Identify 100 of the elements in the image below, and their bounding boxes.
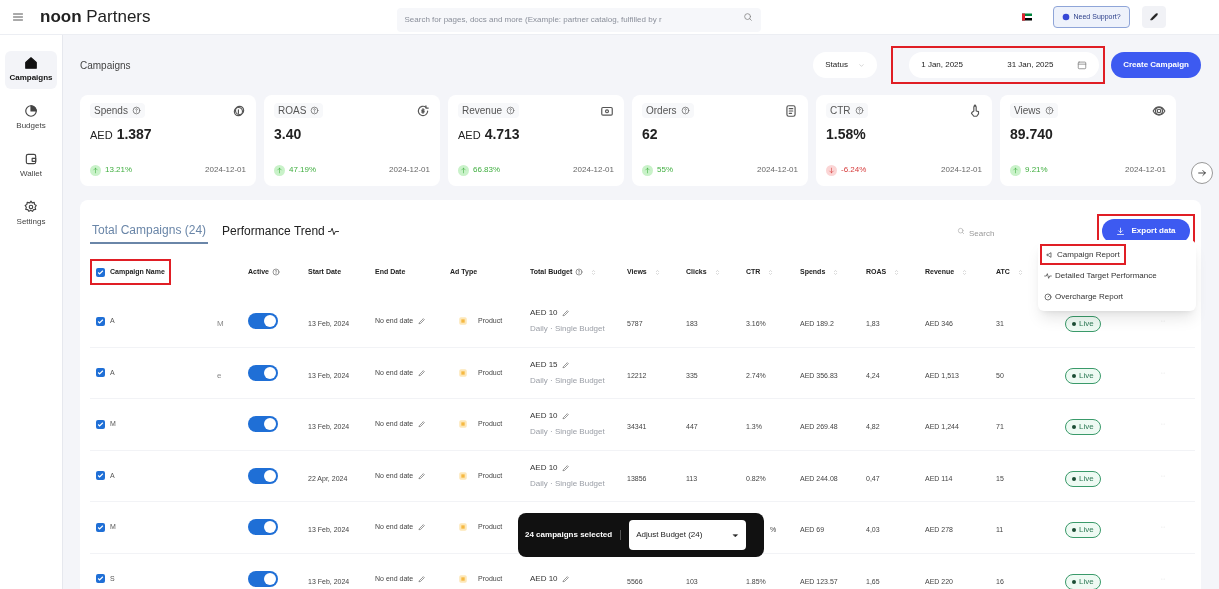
chevron-icon [858,61,866,69]
metric-date: 2024-12-01 [941,164,982,176]
date-range-picker[interactable]: 1 Jan, 2025 31 Jan, 2025 [909,52,1100,78]
export-button[interactable]: Export data [1102,219,1190,243]
download-icon [1116,226,1126,236]
metric-date: 2024-12-01 [205,164,246,176]
budget-note: Daily · Single Budget [530,323,606,336]
status-badge: Live [1065,367,1101,384]
document-icon [784,103,798,118]
sidebar-item[interactable]: Settings [5,195,57,233]
menu-item[interactable]: Campaign Report [1040,244,1126,265]
pencil-icon[interactable] [418,420,427,429]
metric-label: Orders [646,104,677,118]
status-badge: Live [1065,470,1101,487]
metric-value: 1.58% [826,125,867,144]
page-title: Campaigns [80,58,132,73]
next-button[interactable] [1191,162,1213,184]
search-field[interactable]: Search for pages, docs and more (Example: partner catalog, fulfilled by r [396,7,761,32]
metric-value: 89.740 [1010,125,1054,144]
up-arrow-icon [276,166,283,174]
tab[interactable]: Total Campaigns (24) [90,218,209,244]
menu-item[interactable]: Detailed Target Performance [1040,265,1194,286]
right-arrow-icon [1197,168,1207,178]
pencil-icon[interactable] [561,309,570,318]
metric-label: ROAS [278,104,307,118]
checkbox[interactable] [96,471,105,481]
change-indicator: -6.24% [826,164,867,176]
eye-icon [1152,103,1166,118]
metric-date: 2024-12-01 [757,164,798,176]
pencil-icon[interactable] [561,463,570,472]
checkbox[interactable] [96,419,105,429]
info-icon [1061,13,1070,21]
pencil-icon[interactable] [418,317,427,326]
product-icon [458,419,468,430]
menu-icon[interactable] [12,11,24,23]
pencil-icon[interactable] [418,471,427,480]
status-dropdown[interactable]: Status [813,52,878,78]
coin-icon [232,103,246,118]
menu-item[interactable]: Overcharge Report [1040,286,1194,307]
toggle-switch[interactable] [248,467,278,484]
budget-note: Daily · Single Budget [530,426,606,439]
pencil-icon[interactable] [418,368,427,377]
pencil-icon[interactable] [418,574,427,583]
checkbox[interactable] [96,574,105,584]
pencil-icon[interactable] [561,574,570,583]
pencil-icon[interactable] [561,360,570,369]
checkbox[interactable] [96,316,105,326]
product-icon [458,316,468,327]
calendar-icon [1077,60,1088,70]
metric-label: Spends [94,104,128,118]
change-indicator: 66.83% [458,164,501,176]
pencil-icon[interactable] [561,412,570,421]
help-icon [506,106,516,115]
help-icon [1044,106,1054,115]
status-badge: Live [1065,522,1101,539]
change-indicator: 13.21% [90,164,133,176]
metric-date: 2024-12-01 [573,164,614,176]
rocket-button[interactable] [1141,6,1166,28]
dollar-cycle-icon [416,103,430,118]
tab[interactable]: Performance Trend [220,218,342,244]
toggle-switch[interactable] [248,519,278,536]
create-campaign-button[interactable]: Create Campaign [1111,52,1201,78]
metric-date: 2024-12-01 [389,164,430,176]
adjust-budget-dropdown[interactable]: Adjust Budget (24) [629,520,747,550]
toggle-switch[interactable] [248,364,278,381]
change-indicator: 55% [642,164,673,176]
table-cell: AED 10 [530,410,558,423]
toggle-switch[interactable] [248,570,278,587]
table-cell: AED 10 [530,572,558,585]
settings-icon [24,200,38,214]
help-icon [131,106,141,115]
metric-date: 2024-12-01 [1125,164,1166,176]
checkbox[interactable] [96,522,105,532]
metric-label: Views [1014,104,1041,118]
sidebar-item[interactable]: Budgets [5,99,57,137]
product-icon [458,470,468,481]
caret-icon [732,531,740,539]
gauge-icon [1044,292,1052,301]
product-icon [458,367,468,378]
sidebar-item[interactable]: Campaigns [5,51,57,89]
table-cell: e [217,370,222,380]
metric-value: 3.40 [274,125,303,144]
toggle-switch[interactable] [248,416,278,433]
metric-value: AED 1.387 [90,125,153,144]
toggle-switch[interactable] [248,313,278,330]
status-badge: Live [1065,573,1101,589]
brand-logo: noon Partners [40,6,151,29]
pulse-icon [1044,271,1052,280]
up-arrow-icon [92,166,99,174]
sidebar-item[interactable]: Wallet [5,147,57,185]
up-arrow-icon [1012,166,1019,174]
checkbox[interactable] [96,368,105,378]
metric-label: Revenue [462,104,503,118]
budget-note: Daily · Single Budget [530,374,606,387]
help-icon [854,106,864,115]
pencil-icon[interactable] [418,523,427,532]
pie-chart-icon [24,104,38,118]
checkbox[interactable] [96,267,105,277]
status-badge: Live [1065,316,1101,333]
budget-note: Daily · Single Budget [530,477,606,490]
